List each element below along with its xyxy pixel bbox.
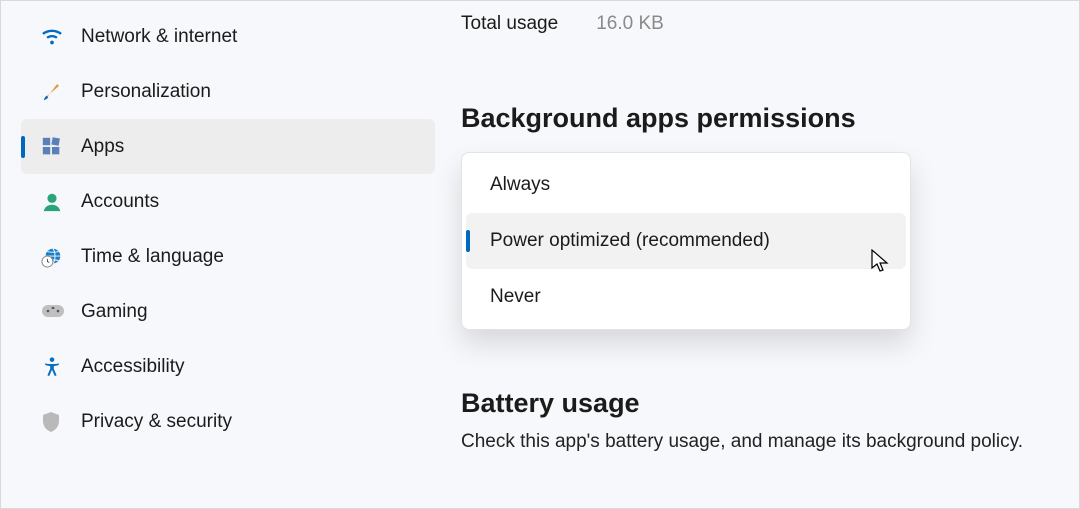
total-usage-label: Total usage: [461, 13, 558, 35]
brush-icon: [41, 80, 75, 104]
person-icon: [41, 190, 75, 214]
dropdown-option-label: Power optimized (recommended): [490, 230, 770, 252]
sidebar-item-accounts[interactable]: Accounts: [21, 174, 435, 229]
shield-icon: [41, 410, 75, 434]
sidebar-item-personalization[interactable]: Personalization: [21, 64, 435, 119]
gamepad-icon: [41, 300, 75, 324]
dropdown-option-power-optimized[interactable]: Power optimized (recommended): [466, 213, 906, 269]
bg-permissions-heading: Background apps permissions: [461, 103, 1079, 134]
sidebar-item-label: Network & internet: [81, 26, 237, 48]
bg-permissions-dropdown[interactable]: Always Power optimized (recommended) Nev…: [461, 152, 911, 330]
dropdown-option-never[interactable]: Never: [462, 269, 910, 325]
sidebar-item-label: Privacy & security: [81, 411, 232, 433]
accessibility-icon: [41, 355, 75, 379]
globe-clock-icon: [41, 245, 75, 269]
sidebar-item-label: Accessibility: [81, 356, 184, 378]
wifi-icon: [41, 25, 75, 49]
content-pane: Total usage 16.0 KB Background apps perm…: [441, 1, 1079, 508]
settings-sidebar: Network & internet Personalization Apps: [1, 1, 441, 508]
total-usage-value: 16.0 KB: [596, 13, 664, 35]
sidebar-item-gaming[interactable]: Gaming: [21, 284, 435, 339]
sidebar-item-accessibility[interactable]: Accessibility: [21, 339, 435, 394]
sidebar-item-label: Apps: [81, 136, 124, 158]
battery-usage-description: Check this app's battery usage, and mana…: [461, 431, 1079, 453]
sidebar-item-label: Time & language: [81, 246, 224, 268]
sidebar-item-network[interactable]: Network & internet: [21, 9, 435, 64]
apps-icon: [41, 135, 75, 159]
sidebar-item-apps[interactable]: Apps: [21, 119, 435, 174]
dropdown-option-label: Never: [490, 286, 541, 308]
total-usage-row: Total usage 16.0 KB: [461, 13, 1079, 35]
sidebar-item-label: Gaming: [81, 301, 148, 323]
sidebar-item-time-lang[interactable]: Time & language: [21, 229, 435, 284]
dropdown-option-always[interactable]: Always: [462, 157, 910, 213]
battery-usage-heading: Battery usage: [461, 388, 1079, 419]
sidebar-item-label: Accounts: [81, 191, 159, 213]
sidebar-item-privacy[interactable]: Privacy & security: [21, 394, 435, 449]
sidebar-item-label: Personalization: [81, 81, 211, 103]
dropdown-option-label: Always: [490, 174, 550, 196]
